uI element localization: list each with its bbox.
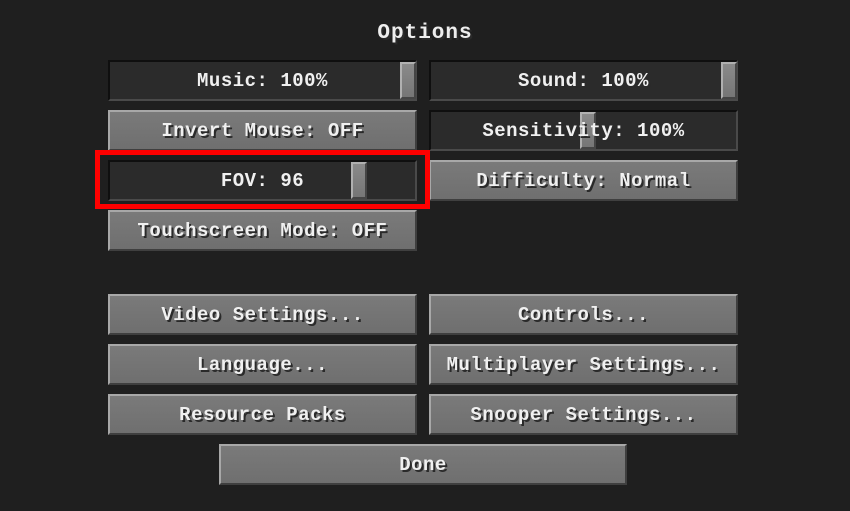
fov-slider-thumb[interactable] xyxy=(351,162,367,199)
music-label: Music: 100% xyxy=(197,70,328,92)
resource-packs-label: Resource Packs xyxy=(179,404,346,426)
video-settings-button[interactable]: Video Settings... xyxy=(108,294,417,335)
done-label: Done xyxy=(399,454,447,476)
sensitivity-slider[interactable]: Sensitivity: 100% xyxy=(429,110,738,151)
multiplayer-settings-button[interactable]: Multiplayer Settings... xyxy=(429,344,738,385)
controls-label: Controls... xyxy=(518,304,649,326)
difficulty-label: Difficulty: Normal xyxy=(476,170,690,192)
controls-button[interactable]: Controls... xyxy=(429,294,738,335)
multiplayer-settings-label: Multiplayer Settings... xyxy=(447,354,721,376)
sound-slider[interactable]: Sound: 100% xyxy=(429,60,738,101)
music-slider[interactable]: Music: 100% xyxy=(108,60,417,101)
touchscreen-button[interactable]: Touchscreen Mode: OFF xyxy=(108,210,417,251)
snooper-settings-button[interactable]: Snooper Settings... xyxy=(429,394,738,435)
language-label: Language... xyxy=(197,354,328,376)
done-button[interactable]: Done xyxy=(219,444,627,485)
options-grid: Music: 100% Sound: 100% Invert Mouse: OF… xyxy=(108,60,738,485)
music-slider-thumb[interactable] xyxy=(400,62,416,99)
video-settings-label: Video Settings... xyxy=(161,304,363,326)
invert-mouse-button[interactable]: Invert Mouse: OFF xyxy=(108,110,417,151)
fov-label: FOV: 96 xyxy=(221,170,304,192)
language-button[interactable]: Language... xyxy=(108,344,417,385)
sensitivity-label: Sensitivity: 100% xyxy=(482,120,684,142)
touchscreen-label: Touchscreen Mode: OFF xyxy=(138,220,388,242)
sound-slider-thumb[interactable] xyxy=(721,62,737,99)
sound-label: Sound: 100% xyxy=(518,70,649,92)
invert-mouse-label: Invert Mouse: OFF xyxy=(161,120,363,142)
fov-slider[interactable]: FOV: 96 xyxy=(108,160,417,201)
page-title: Options xyxy=(0,0,850,45)
difficulty-button[interactable]: Difficulty: Normal xyxy=(429,160,738,201)
resource-packs-button[interactable]: Resource Packs xyxy=(108,394,417,435)
snooper-settings-label: Snooper Settings... xyxy=(470,404,696,426)
